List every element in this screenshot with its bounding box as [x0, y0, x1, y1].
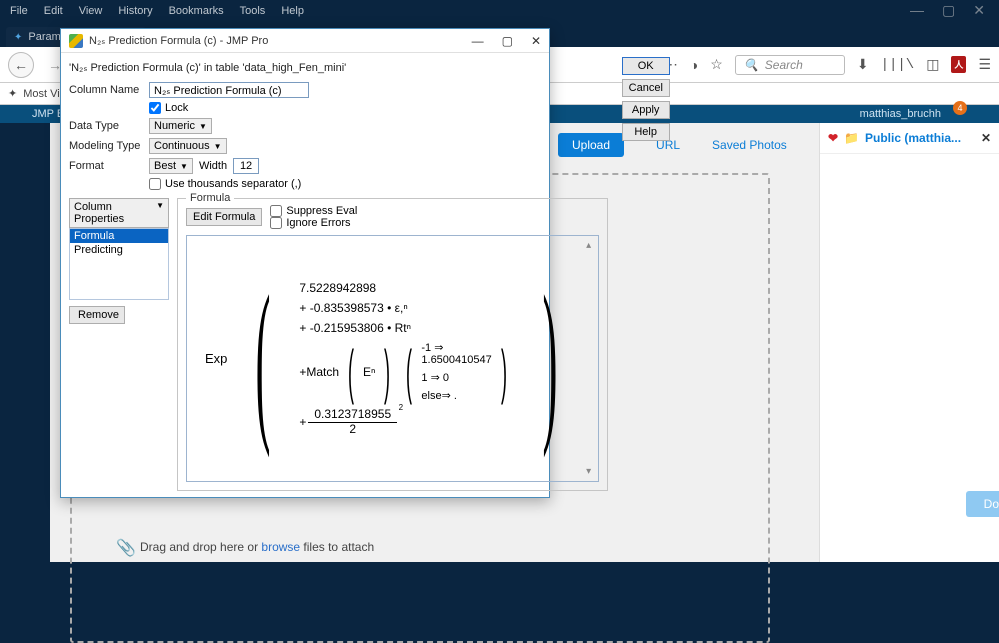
app-menu-icon[interactable]: ☰ — [978, 56, 991, 73]
close-paren-icon: ) — [542, 282, 557, 435]
properties-listbox[interactable]: Formula Predicting — [69, 228, 169, 300]
dragdrop-hint: Drag and drop here or browse files to at… — [140, 540, 374, 554]
open-paren-icon: ( — [256, 282, 271, 435]
public-album-row[interactable]: ❤ 📁 Public (matthia... ✕ — [820, 123, 999, 154]
format-select[interactable]: Best▼ — [149, 158, 193, 174]
formula-legend: Formula — [186, 192, 234, 204]
width-input[interactable] — [233, 158, 259, 174]
column-description: 'N₂ₛ Prediction Formula (c)' in table 'd… — [69, 59, 608, 78]
list-item-formula[interactable]: Formula — [70, 229, 168, 243]
format-label: Format — [69, 160, 143, 172]
chevron-down-icon: ▼ — [199, 122, 207, 131]
minimize-icon[interactable]: — — [910, 2, 924, 19]
most-visited-icon: ✦ — [8, 87, 17, 100]
column-name-label: Column Name — [69, 84, 143, 96]
close-icon[interactable]: ✕ — [973, 2, 985, 19]
search-input[interactable]: 🔍 Search — [735, 55, 845, 75]
done-button[interactable]: Do — [966, 491, 999, 517]
menu-bookmarks[interactable]: Bookmarks — [163, 3, 230, 19]
jmp-close-icon[interactable]: ✕ — [531, 34, 541, 48]
ok-button[interactable]: OK — [622, 57, 670, 75]
chevron-down-icon: ▼ — [214, 142, 222, 151]
firefox-menubar: File Edit View History Bookmarks Tools H… — [0, 0, 999, 22]
reader-icon[interactable]: ◑ — [690, 57, 698, 73]
tab-favicon-icon: ✦ — [14, 32, 22, 43]
jmp-dialog: N₂ₛ Prediction Formula (c) - JMP Pro — ▢… — [60, 28, 550, 498]
lock-checkbox[interactable]: Lock — [149, 102, 188, 114]
list-item-predicting[interactable]: Predicting — [70, 243, 168, 257]
cancel-button[interactable]: Cancel — [622, 79, 670, 97]
downloads-icon[interactable]: ⬇ — [857, 56, 869, 73]
formula-body: 7.5228942898 + -0.835398573 • ε,ⁿ + -0.2… — [299, 281, 513, 435]
formula-scrollbar[interactable]: ▴▾ — [582, 238, 596, 479]
modeling-label: Modeling Type — [69, 140, 143, 152]
jmp-window-title: N₂ₛ Prediction Formula (c) - JMP Pro — [89, 34, 268, 47]
close-panel-icon[interactable]: ✕ — [981, 131, 991, 145]
folder-icon: 📁 — [844, 131, 859, 145]
apply-button[interactable]: Apply — [622, 101, 670, 119]
thousands-checkbox[interactable]: Use thousands separator (,) — [149, 178, 301, 190]
back-button[interactable]: ← — [8, 52, 34, 78]
ignore-errors-checkbox[interactable]: Ignore Errors — [270, 217, 357, 229]
menu-tools[interactable]: Tools — [234, 3, 272, 19]
help-button[interactable]: Help — [622, 123, 670, 141]
search-icon: 🔍 — [744, 58, 759, 72]
jmp-app-icon — [69, 34, 83, 48]
menu-history[interactable]: History — [112, 3, 158, 19]
menu-view[interactable]: View — [73, 3, 109, 19]
menu-edit[interactable]: Edit — [38, 3, 69, 19]
bookmark-most-visited[interactable]: Most Vis — [23, 88, 65, 100]
formula-display[interactable]: ▴▾ Exp ( 7.5228942898 + -0.835398573 • ε… — [186, 235, 599, 482]
remove-button[interactable]: Remove — [69, 306, 125, 324]
exp-function: Exp — [205, 351, 227, 366]
heart-icon: ❤ — [828, 131, 838, 145]
notification-badge[interactable]: 4 — [953, 101, 967, 115]
formula-group: Formula Edit Formula Suppress Eval Ignor… — [177, 198, 608, 491]
library-icon[interactable]: |||\ — [881, 57, 915, 73]
jmp-side-buttons: OK Cancel Apply Help — [616, 53, 676, 497]
maximize-icon[interactable]: ▢ — [942, 2, 955, 19]
suppress-eval-checkbox[interactable]: Suppress Eval — [270, 205, 357, 217]
bookmark-star-icon[interactable]: ☆ — [710, 56, 723, 73]
pdf-icon[interactable]: 人 — [951, 56, 966, 73]
datatype-select[interactable]: Numeric▼ — [149, 118, 212, 134]
modeling-select[interactable]: Continuous▼ — [149, 138, 227, 154]
menu-help[interactable]: Help — [275, 3, 310, 19]
right-panel: ❤ 📁 Public (matthia... ✕ Do — [819, 123, 999, 562]
column-properties-dropdown[interactable]: Column Properties▼ — [69, 198, 169, 228]
browse-link[interactable]: browse — [261, 540, 300, 554]
jmp-minimize-icon[interactable]: — — [472, 34, 484, 48]
username[interactable]: matthias_bruchh — [860, 108, 941, 120]
column-name-input[interactable] — [149, 82, 309, 98]
edit-formula-button[interactable]: Edit Formula — [186, 208, 262, 226]
tab-saved-photos[interactable]: Saved Photos — [712, 138, 787, 152]
jmp-titlebar[interactable]: N₂ₛ Prediction Formula (c) - JMP Pro — ▢… — [61, 29, 549, 53]
width-label: Width — [199, 160, 227, 172]
public-label: Public (matthia... — [865, 131, 961, 145]
attach-icon: 📎 — [116, 538, 136, 558]
datatype-label: Data Type — [69, 120, 143, 132]
sidebar-icon[interactable]: ◫ — [926, 56, 939, 73]
firefox-window-controls: — ▢ ✕ — [896, 0, 999, 21]
chevron-down-icon: ▼ — [156, 201, 164, 225]
menu-file[interactable]: File — [4, 3, 34, 19]
chevron-down-icon: ▼ — [180, 162, 188, 171]
jmp-maximize-icon[interactable]: ▢ — [502, 34, 513, 48]
